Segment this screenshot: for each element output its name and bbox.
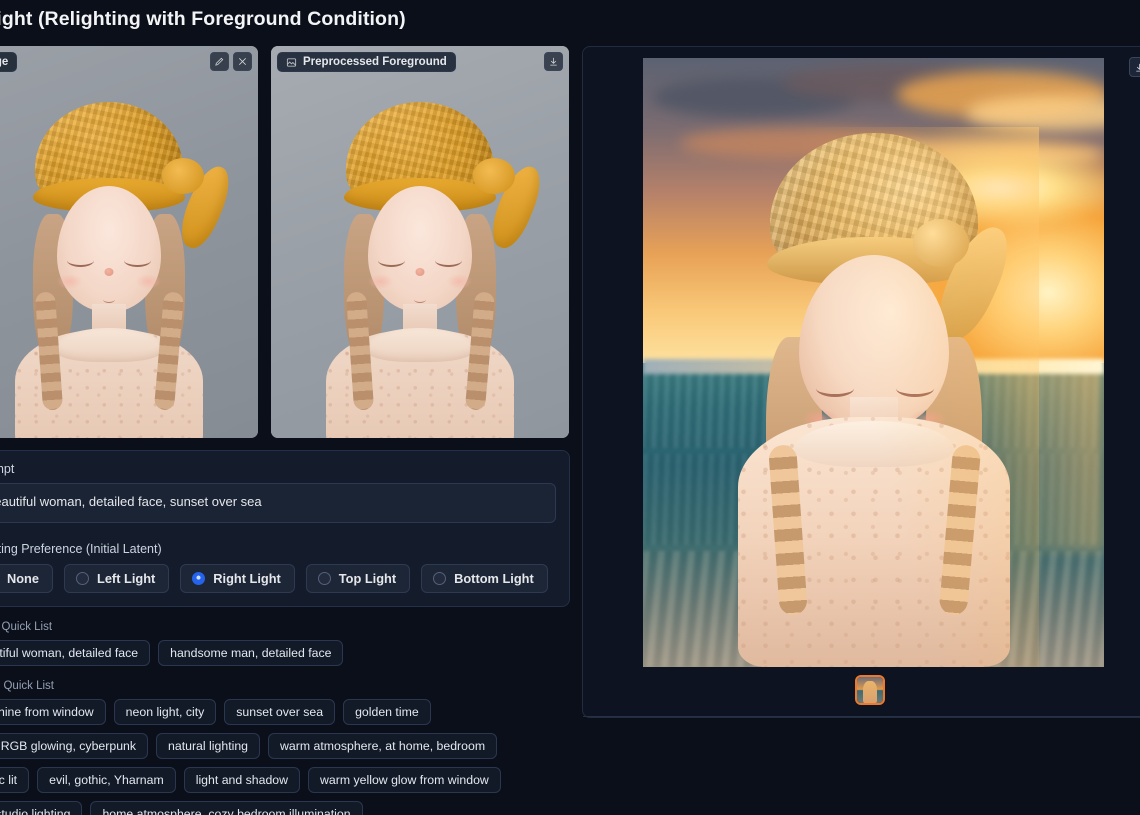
prompt-panel: Prompt Lighting Preference (Initial Late… bbox=[0, 450, 570, 607]
radio-label-none: None bbox=[7, 571, 39, 586]
radio-none[interactable]: None bbox=[0, 564, 53, 593]
radio-label-top-light: Top Light bbox=[338, 571, 397, 586]
lighting-chip[interactable]: natural lighting bbox=[156, 733, 261, 759]
lighting-chip[interactable]: warm yellow glow from window bbox=[308, 767, 501, 793]
subject-quick-list: Subject Quick List beautiful woman, deta… bbox=[0, 621, 570, 666]
radio-bottom-light[interactable]: Bottom Light bbox=[421, 564, 548, 593]
radio-label-right-light: Right Light bbox=[213, 571, 281, 586]
left-column: Image bbox=[0, 46, 570, 815]
image-icon bbox=[286, 57, 297, 67]
result-image[interactable] bbox=[643, 58, 1104, 667]
lighting-chip[interactable]: sunshine from window bbox=[0, 699, 106, 725]
lighting-chip[interactable]: home atmosphere, cozy bedroom illuminati… bbox=[90, 801, 363, 815]
preprocessed-foreground-label: Preprocessed Foreground bbox=[277, 52, 456, 72]
preprocessed-foreground-card[interactable]: Preprocessed Foreground bbox=[271, 46, 569, 438]
lighting-quick-list: Lighting Quick List sunshine from window… bbox=[0, 680, 570, 815]
subject-quick-list-chips: beautiful woman, detailed face handsome … bbox=[0, 640, 570, 666]
prompt-input[interactable] bbox=[0, 483, 556, 523]
lighting-chip[interactable]: warm atmosphere, at home, bedroom bbox=[268, 733, 498, 759]
lighting-chip[interactable]: golden time bbox=[343, 699, 431, 725]
subject-quick-list-title: Subject Quick List bbox=[0, 621, 53, 633]
subject-chip[interactable]: handsome man, detailed face bbox=[158, 640, 344, 666]
radio-dot-right-light bbox=[192, 572, 206, 585]
lighting-chip[interactable]: neon light, city bbox=[113, 699, 217, 725]
radio-dot-left-light bbox=[76, 572, 89, 585]
input-image-content bbox=[0, 46, 258, 438]
subject-chip[interactable]: beautiful woman, detailed face bbox=[0, 640, 151, 666]
ic-light-app: IC-Light (Relighting with Foreground Con… bbox=[0, 0, 1140, 815]
lighting-chip[interactable]: soft studio lighting bbox=[0, 801, 83, 815]
lighting-chip[interactable]: sci-fi RGB glowing, cyberpunk bbox=[0, 733, 149, 759]
gallery-divider bbox=[583, 716, 1140, 717]
lighting-quick-list-chips: sunshine from window neon light, city su… bbox=[0, 699, 570, 815]
input-image-label-text: Image bbox=[0, 56, 9, 68]
radio-dot-bottom-light bbox=[433, 572, 447, 585]
result-gallery bbox=[582, 46, 1140, 718]
result-subject bbox=[708, 127, 1039, 667]
preprocessed-label-text: Preprocessed Foreground bbox=[303, 56, 447, 68]
preprocessed-tools bbox=[544, 52, 563, 71]
lighting-chip[interactable]: light and shadow bbox=[183, 767, 301, 793]
input-image-label: Image bbox=[0, 52, 18, 72]
preprocessed-content bbox=[271, 46, 569, 438]
prompt-label: Prompt bbox=[0, 462, 15, 476]
lighting-chip[interactable]: evil, gothic, Yharnam bbox=[37, 767, 176, 793]
pencil-icon[interactable] bbox=[210, 52, 229, 71]
lighting-preference-group: Lighting Preference (Initial Latent) Non… bbox=[0, 542, 556, 593]
input-image-card[interactable]: Image bbox=[0, 46, 258, 438]
download-icon[interactable] bbox=[544, 52, 563, 71]
radio-label-bottom-light: Bottom Light bbox=[454, 571, 534, 586]
radio-label-left-light: Left Light bbox=[97, 571, 156, 586]
lighting-preference-label: Lighting Preference (Initial Latent) bbox=[0, 542, 162, 556]
page-title: IC-Light (Relighting with Foreground Con… bbox=[0, 8, 406, 30]
image-inputs-row: Image bbox=[0, 46, 570, 438]
close-icon[interactable] bbox=[233, 52, 252, 71]
download-icon[interactable] bbox=[1129, 57, 1140, 77]
radio-top-light[interactable]: Top Light bbox=[305, 564, 411, 593]
radio-left-light[interactable]: Left Light bbox=[64, 564, 170, 593]
lighting-chip[interactable]: sunset over sea bbox=[224, 699, 336, 725]
gallery-thumbnails bbox=[583, 675, 1140, 705]
radio-dot-top-light bbox=[317, 572, 331, 585]
input-image-tools bbox=[210, 52, 252, 71]
lighting-preference-options: None Left Light Right Light Top Light Bo… bbox=[0, 564, 556, 593]
lighting-chip[interactable]: magic lit bbox=[0, 767, 30, 793]
gallery-thumbnail[interactable] bbox=[855, 675, 885, 705]
radio-right-light[interactable]: Right Light bbox=[180, 564, 295, 593]
lighting-quick-list-title: Lighting Quick List bbox=[0, 680, 54, 692]
